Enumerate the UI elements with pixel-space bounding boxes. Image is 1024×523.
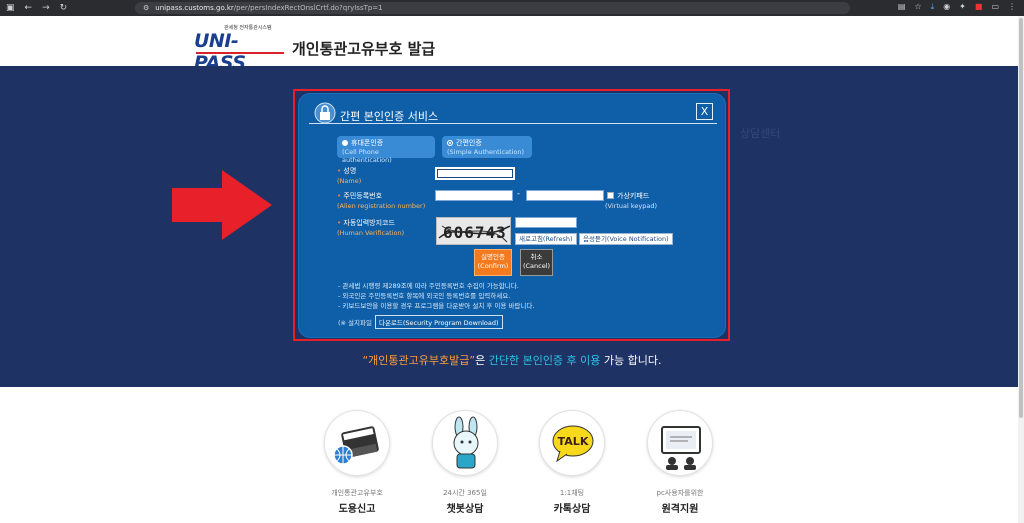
service-title: 카톡상담: [553, 504, 591, 515]
modal-title: 간편 본인인증 서비스: [340, 110, 439, 123]
reload-icon[interactable]: ↻: [60, 3, 68, 13]
install-row: (※ 설치파일 다운로드(Security Program Download): [338, 315, 503, 329]
captcha-noise: [438, 225, 510, 243]
page-title: 개인통관고유부호 발급: [292, 40, 436, 58]
unipass-book-icon: [324, 410, 390, 476]
talk-text: TALK: [558, 435, 589, 448]
notice-list: - 관세법 시행령 제289조에 따라 주민등록번호 수집이 가능합니다. - …: [338, 282, 535, 310]
confirm-button[interactable]: 실명인증 (Confirm): [474, 249, 512, 276]
screenshot-icon[interactable]: ▤: [898, 2, 906, 12]
site-info-icon[interactable]: ⚙: [143, 4, 149, 12]
radio-cell-phone-en: (Cell Phone authentication): [342, 148, 392, 164]
radio-unselected-icon: [447, 140, 453, 146]
unipass-logo[interactable]: 관세청 전자통관시스템 UNI-PASS: [194, 24, 286, 74]
back-icon[interactable]: ←: [25, 3, 33, 13]
alien-reg-dash: -: [517, 189, 520, 198]
bookmark-star-icon[interactable]: ☆: [914, 2, 921, 12]
kakao-talk-icon: TALK: [539, 410, 605, 476]
radio-simple-auth[interactable]: 간편인증 (Simple Authentication): [442, 136, 532, 158]
browser-toolbar: ▣ ← → ↻ ⚙ unipass.customs.go.kr/per/pers…: [0, 0, 1024, 16]
address-bar[interactable]: ⚙ unipass.customs.go.kr/per/persIndexRec…: [135, 2, 850, 14]
close-button[interactable]: X: [696, 103, 713, 120]
virtual-keypad-checkbox[interactable]: [607, 192, 614, 199]
red-arrow-icon: [172, 170, 272, 240]
auth-modal: 간편 본인인증 서비스 X 휴대폰인증 (Cell Phone authenti…: [298, 93, 726, 338]
service-kakao[interactable]: TALK 1:1채팅 카톡상담: [535, 410, 609, 515]
profile-icon[interactable]: ◉: [943, 2, 950, 12]
service-sub: 24시간 365일: [443, 489, 487, 497]
captcha-input[interactable]: [515, 217, 577, 228]
hero-background-menu: 상담센터: [740, 127, 781, 140]
sidebar-icon[interactable]: ▣: [6, 3, 15, 13]
site-header: [0, 16, 1024, 66]
record-icon[interactable]: ■: [975, 2, 983, 12]
service-chatbot[interactable]: 24시간 365일 챗봇상담: [428, 410, 502, 515]
extensions-icon[interactable]: ✦: [959, 2, 966, 12]
name-label: • 성명 (Name): [337, 167, 362, 185]
service-sub: 1:1채팅: [559, 489, 585, 497]
tagline: “개인통관고유부호발급”은 간단한 본인인증 후 이용 가능 합니다.: [362, 354, 662, 367]
menu-icon[interactable]: ⋮: [1008, 2, 1016, 12]
modal-header: 간편 본인인증 서비스 X: [309, 102, 717, 124]
chatbot-rabbit-icon: [432, 410, 498, 476]
service-sub: 개인통관고유부호: [331, 489, 383, 497]
browser-actions: ▤ ☆ ⤓ ◉ ✦ ■ ▭ ⋮: [898, 2, 1016, 12]
scrollbar-thumb[interactable]: [1019, 18, 1023, 418]
radio-cell-phone[interactable]: 휴대폰인증 (Cell Phone authentication): [337, 136, 435, 164]
radio-simple-auth-en: (Simple Authentication): [447, 148, 525, 156]
service-remote[interactable]: pc사용자를위한 원격지원: [643, 410, 717, 515]
service-sub: pc사용자를위한: [656, 489, 704, 497]
download-button[interactable]: 다운로드(Security Program Download): [374, 315, 503, 329]
name-input[interactable]: [435, 167, 515, 180]
cancel-button[interactable]: 취소 (Cancel): [520, 249, 553, 276]
browser-nav: ▣ ← → ↻: [0, 3, 130, 13]
radio-selected-icon: [342, 140, 348, 146]
logo-stripe: [196, 52, 284, 54]
service-title: 챗봇상담: [446, 504, 484, 515]
captcha-label: • 자동입력방지코드 (Human Verification): [337, 219, 405, 237]
forward-icon[interactable]: →: [42, 3, 50, 13]
virtual-keypad-label: 가상키패드 (Virtual keypad): [605, 192, 657, 210]
captcha-image: 606743: [436, 217, 511, 245]
alien-reg-label: • 주민등록번호 (Alien registration number): [337, 192, 426, 210]
download-icon[interactable]: ⤓: [931, 2, 935, 12]
alien-reg-front-input[interactable]: [435, 190, 513, 201]
refresh-button[interactable]: 새로고침(Refresh): [515, 233, 577, 245]
service-theft-report[interactable]: 개인통관고유부호 도용신고: [320, 410, 394, 515]
tabs-icon[interactable]: ▭: [991, 2, 999, 12]
remote-support-icon: [647, 410, 713, 476]
service-title: 원격지원: [661, 504, 699, 515]
lock-icon: [314, 102, 336, 124]
url-text: unipass.customs.go.kr/per/persIndexRectO…: [155, 4, 383, 12]
service-title: 도용신고: [338, 504, 376, 515]
voice-button[interactable]: 음성듣기(Voice Notification): [579, 233, 673, 245]
alien-reg-back-input[interactable]: [526, 190, 604, 201]
